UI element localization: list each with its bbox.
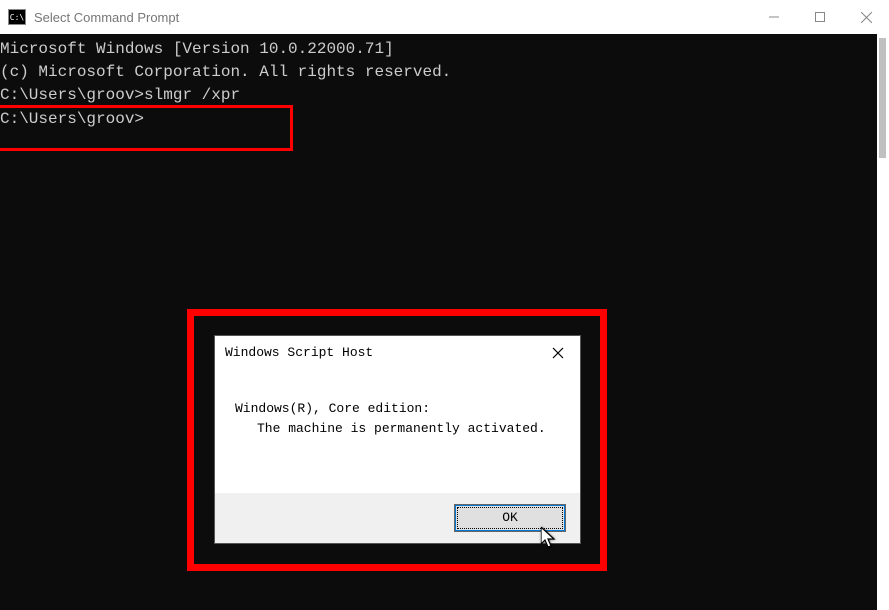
terminal-line: Microsoft Windows [Version 10.0.22000.71… bbox=[0, 38, 877, 61]
terminal[interactable]: Microsoft Windows [Version 10.0.22000.71… bbox=[0, 34, 877, 610]
dialog-footer: OK bbox=[215, 493, 580, 543]
ok-button-label: OK bbox=[502, 509, 518, 528]
window-titlebar: C:\ Select Command Prompt bbox=[0, 0, 889, 34]
terminal-wrapper: Microsoft Windows [Version 10.0.22000.71… bbox=[0, 34, 889, 610]
prompt-prefix: C:\Users\groov> bbox=[0, 86, 144, 104]
window-title: Select Command Prompt bbox=[34, 10, 751, 25]
dialog-body: Windows(R), Core edition: The machine is… bbox=[215, 370, 580, 493]
dialog-message-line: Windows(R), Core edition: bbox=[235, 400, 566, 419]
script-host-dialog: Windows Script Host Windows(R), Core edi… bbox=[214, 335, 581, 544]
prompt-command: slmgr /xpr bbox=[144, 86, 240, 104]
maximize-button[interactable] bbox=[797, 0, 843, 34]
dialog-titlebar: Windows Script Host bbox=[215, 336, 580, 370]
scrollbar-thumb[interactable] bbox=[879, 38, 886, 158]
dialog-close-button[interactable] bbox=[536, 336, 580, 370]
terminal-line: (c) Microsoft Corporation. All rights re… bbox=[0, 61, 877, 84]
terminal-command-line: C:\Users\groov>slmgr /xpr bbox=[0, 84, 877, 107]
cmd-icon: C:\ bbox=[8, 9, 26, 25]
terminal-prompt: C:\Users\groov> bbox=[0, 108, 877, 131]
terminal-scrollbar[interactable] bbox=[877, 34, 889, 610]
ok-button[interactable]: OK bbox=[454, 504, 566, 532]
dialog-title: Windows Script Host bbox=[225, 344, 536, 363]
close-button[interactable] bbox=[843, 0, 889, 34]
cmd-icon-label: C:\ bbox=[10, 13, 24, 22]
minimize-button[interactable] bbox=[751, 0, 797, 34]
dialog-message-line: The machine is permanently activated. bbox=[235, 420, 566, 439]
titlebar-controls bbox=[751, 0, 889, 34]
